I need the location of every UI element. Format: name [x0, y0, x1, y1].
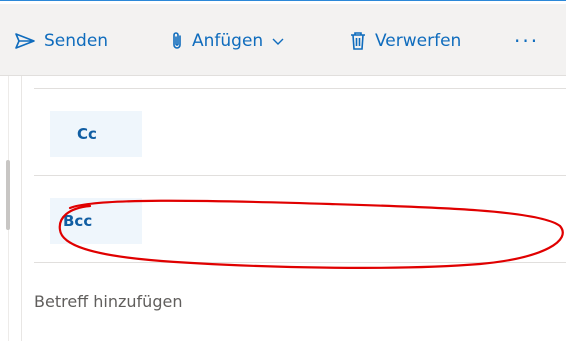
more-options-button[interactable]: ···: [514, 26, 539, 56]
bcc-button[interactable]: Bcc: [50, 198, 142, 244]
divider-cc: [34, 175, 566, 176]
cc-button[interactable]: Cc: [50, 111, 142, 157]
scrollbar-thumb[interactable]: [6, 160, 10, 230]
send-icon: [14, 32, 36, 50]
divider-top: [34, 88, 566, 89]
attach-label: Anfügen: [192, 31, 264, 51]
bcc-label: Bcc: [63, 212, 93, 230]
trash-icon: [349, 31, 367, 51]
paperclip-icon: [170, 30, 184, 52]
divider-bcc: [34, 262, 566, 263]
top-accent-line: [0, 0, 566, 1]
attach-button[interactable]: Anfügen: [170, 26, 285, 56]
chevron-down-icon[interactable]: [271, 36, 285, 46]
compose-toolbar: Senden Anfügen Verwerfen ···: [0, 4, 566, 76]
send-label: Senden: [44, 31, 109, 51]
compose-window: Senden Anfügen Verwerfen ··· Cc Bcc Betr…: [0, 0, 566, 341]
send-button[interactable]: Senden: [14, 26, 108, 56]
left-gutter: [0, 76, 22, 341]
cc-label: Cc: [77, 125, 97, 143]
subject-placeholder: Betreff hinzufügen: [34, 292, 183, 311]
subject-field[interactable]: Betreff hinzufügen: [34, 292, 182, 311]
discard-button[interactable]: Verwerfen: [349, 26, 461, 56]
more-icon: ···: [514, 29, 540, 53]
discard-label: Verwerfen: [375, 31, 462, 51]
